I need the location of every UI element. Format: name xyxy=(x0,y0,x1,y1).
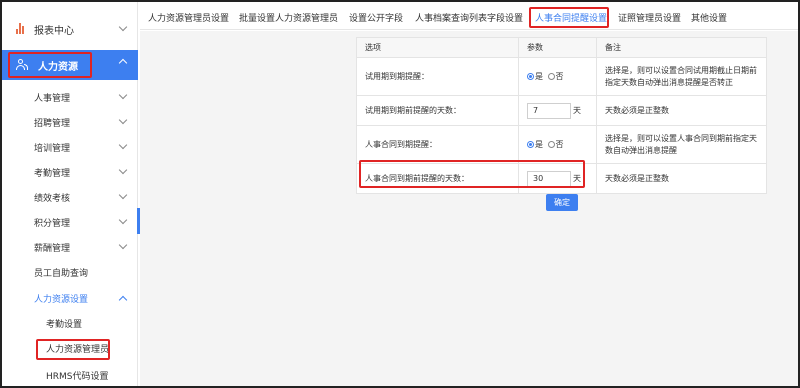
tab-license-admin[interactable]: 证照管理员设置 xyxy=(618,11,681,24)
radio-no[interactable] xyxy=(547,141,555,148)
users-icon xyxy=(16,59,28,71)
sidebar-item-label: HRMS代码设置 xyxy=(46,371,109,382)
chevron-down-icon xyxy=(118,140,128,150)
chevron-up-icon xyxy=(118,295,128,305)
chevron-down-icon xyxy=(118,215,128,225)
sidebar-item-label: 员工自助查询 xyxy=(34,268,89,279)
sidebar-item-training[interactable]: 培训管理 xyxy=(2,136,138,158)
sidebar-item-label: 考勤管理 xyxy=(34,168,71,179)
sidebar-item-personnel[interactable]: 人事管理 xyxy=(2,86,138,108)
radio-yes-label: 是 xyxy=(535,140,543,149)
radio-no-label: 否 xyxy=(555,140,564,149)
sidebar-item-label: 培训管理 xyxy=(34,143,71,154)
sidebar-item-label: 报表中心 xyxy=(34,25,74,37)
sidebar-item-points[interactable]: 积分管理 xyxy=(2,211,138,233)
chevron-down-icon xyxy=(118,115,128,125)
note-text: 选择是，则可以设置人事合同到期前指定天数自动弹出消息提醒 xyxy=(596,125,767,164)
radio-yes[interactable] xyxy=(527,73,534,80)
tab-batch-hr-admin[interactable]: 批量设置人力资源管理员 xyxy=(239,11,338,24)
sidebar-item-label: 人力资源管理员 xyxy=(46,344,110,355)
main-content: 选项 参数 备注 试用期到期提醒： 是 否 选择是，则可以设置合同试用期截止日期… xyxy=(140,31,798,386)
sidebar-item-attendance[interactable]: 考勤管理 xyxy=(2,161,138,183)
tab-contract-reminder[interactable]: 人事合同提醒设置 xyxy=(535,11,607,24)
note-text: 选择是，则可以设置合同试用期截止日期前指定天数自动弹出消息提醒是否转正 xyxy=(596,57,767,96)
chevron-up-icon xyxy=(118,58,128,68)
sidebar-item-performance[interactable]: 绩效考核 xyxy=(2,186,138,208)
tab-public-fields[interactable]: 设置公开字段 xyxy=(349,11,403,24)
option-label: 试用期到期前提醒的天数： xyxy=(356,95,519,126)
table-row: 人事合同到期提醒： 是 否 选择是，则可以设置人事合同到期前指定天数自动弹出消息… xyxy=(356,125,767,164)
confirm-button[interactable]: 确定 xyxy=(546,194,578,211)
column-header-option: 选项 xyxy=(356,37,519,58)
sidebar-item-hr-admin[interactable]: 人力资源管理员 xyxy=(2,337,138,359)
sidebar-item-report-center[interactable]: 报表中心 xyxy=(2,18,138,40)
tab-other-settings[interactable]: 其他设置 xyxy=(691,11,727,24)
sidebar-item-label: 薪酬管理 xyxy=(34,243,71,254)
chevron-down-icon xyxy=(118,165,128,175)
bar-chart-icon xyxy=(16,23,26,34)
radio-yes-label: 是 xyxy=(535,72,543,81)
table-row: 试用期到期提醒： 是 否 选择是，则可以设置合同试用期截止日期前指定天数自动弹出… xyxy=(356,57,767,96)
chevron-down-icon xyxy=(118,22,128,32)
probation-reminder-radio-group: 是 否 xyxy=(518,57,597,96)
contract-reminder-radio-group: 是 否 xyxy=(518,125,597,164)
sidebar-item-self-service[interactable]: 员工自助查询 xyxy=(2,261,138,283)
radio-no-label: 否 xyxy=(555,72,564,81)
column-header-note: 备注 xyxy=(596,37,767,58)
chevron-down-icon xyxy=(118,190,128,200)
radio-yes[interactable] xyxy=(527,141,534,148)
note-text: 天数必须是正整数 xyxy=(596,163,767,194)
sidebar-item-label: 人力资源设置 xyxy=(34,294,89,305)
sidebar-item-hrms-codes[interactable]: HRMS代码设置 xyxy=(2,364,138,386)
settings-table: 选项 参数 备注 试用期到期提醒： 是 否 选择是，则可以设置合同试用期截止日期… xyxy=(356,37,767,194)
sidebar-item-hr-settings[interactable]: 人力资源设置 xyxy=(2,287,138,309)
chevron-down-icon xyxy=(118,240,128,250)
sidebar: 报表中心 人力资源 人事管理 招聘管理 培训管理 考勤管理 绩效考核 积分管理 … xyxy=(2,2,138,386)
table-row: 人事合同到期前提醒的天数： 30 天 天数必须是正整数 xyxy=(356,163,767,194)
contract-days-input[interactable]: 30 xyxy=(527,170,571,187)
sidebar-item-label: 积分管理 xyxy=(34,218,71,229)
sidebar-item-label: 招聘管理 xyxy=(34,118,71,129)
unit-label: 天 xyxy=(573,106,581,115)
table-row: 试用期到期前提醒的天数： 7天 天数必须是正整数 xyxy=(356,95,767,126)
radio-no[interactable] xyxy=(547,73,555,80)
chevron-down-icon xyxy=(118,90,128,100)
unit-label: 天 xyxy=(573,174,581,183)
tab-archive-list-fields[interactable]: 人事档案查询列表字段设置 xyxy=(415,11,523,24)
sidebar-item-label: 绩效考核 xyxy=(34,193,71,204)
sidebar-item-attendance-settings[interactable]: 考勤设置 xyxy=(2,312,138,334)
option-label: 人事合同到期前提醒的天数： xyxy=(356,163,519,194)
sidebar-item-label: 人力资源 xyxy=(38,61,78,73)
sidebar-item-recruitment[interactable]: 招聘管理 xyxy=(2,111,138,133)
sidebar-item-hr[interactable]: 人力资源 xyxy=(2,50,138,80)
sidebar-item-label: 考勤设置 xyxy=(46,319,83,330)
option-label: 人事合同到期提醒： xyxy=(356,125,519,164)
note-text: 天数必须是正整数 xyxy=(596,95,767,126)
sidebar-item-salary[interactable]: 薪酬管理 xyxy=(2,236,138,258)
tab-bar: 人力资源管理员设置 批量设置人力资源管理员 设置公开字段 人事档案查询列表字段设… xyxy=(140,4,798,30)
tab-hr-admin-settings[interactable]: 人力资源管理员设置 xyxy=(148,11,229,24)
probation-days-input[interactable]: 7 xyxy=(527,102,571,119)
sidebar-item-label: 人事管理 xyxy=(34,93,71,104)
column-header-param: 参数 xyxy=(518,37,597,58)
option-label: 试用期到期提醒： xyxy=(356,57,519,96)
